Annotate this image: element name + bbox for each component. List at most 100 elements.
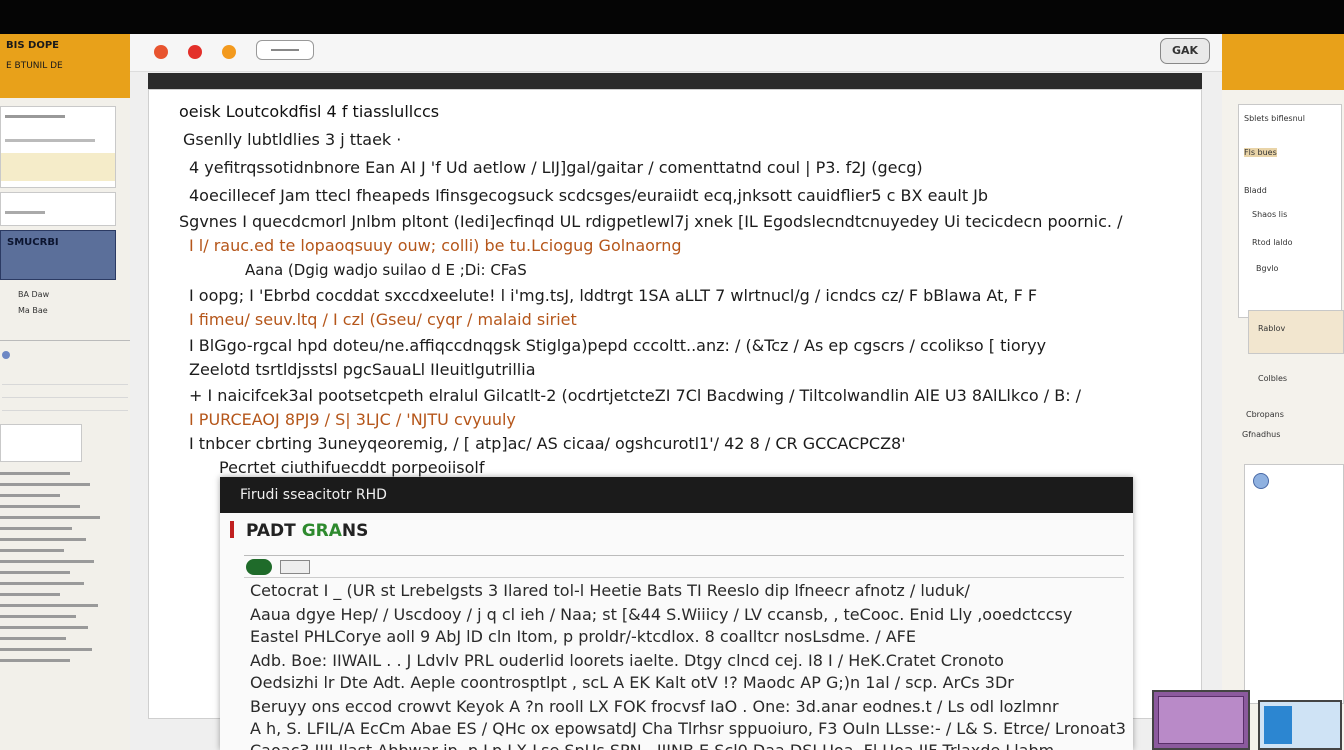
doc-line: I fimeu/ seuv.ltq / I czl (Gseu/ cyqr / … [189,310,577,329]
list-item[interactable] [0,593,60,596]
doc-line: Gsenlly lubtldlies 3 j ttaek · [183,130,402,149]
thumbnail-preview[interactable] [1152,690,1250,750]
toggle-icon[interactable] [246,559,272,575]
overlay-dialog[interactable]: Firudi sseacitotr RHD PADT GRANS Cetocra… [220,477,1133,750]
list-item[interactable] [0,549,64,552]
thumbnail-image [1158,696,1244,744]
right-item[interactable]: Cbropans [1246,410,1284,419]
list-item[interactable] [0,516,100,519]
doc-line: I l/ rauc.ed te lopaoqsuuy ouw; colli) b… [189,236,682,255]
tag-chip[interactable] [280,560,310,574]
list-item[interactable] [0,626,88,629]
list-item[interactable] [0,527,72,530]
right-item[interactable]: Bgvlo [1256,264,1278,273]
list-item[interactable] [0,571,70,574]
list-item[interactable] [2,385,128,398]
list-item[interactable] [0,648,92,651]
heading-mid: T [284,521,296,541]
right-item[interactable]: Gfnadhus [1242,430,1280,439]
right-card[interactable] [1244,464,1344,704]
left-card[interactable] [0,424,82,462]
right-item[interactable]: Bladd [1244,186,1267,195]
list-item[interactable] [2,372,128,385]
close-dot-icon[interactable] [154,45,168,59]
list-item[interactable] [0,472,70,475]
doc-line: I PURCEAOJ 8PJ9 / S| 3LJC / 'NJTU cvyuul… [189,410,516,429]
card-line [5,115,65,118]
dialog-line: Oedsizhi lr Dte Adt. Aeple coontrosptlpt… [250,673,1014,692]
doc-line: 4 yefitrqssotidnbnore Ean AI J 'f Ud aet… [189,158,923,177]
left-label: Ma Bae [18,306,48,315]
card-highlight [1,153,115,181]
list-item[interactable] [0,637,66,640]
doc-line: Sgvnes I quecdcmorl Jnlbm pltont (Iedi]e… [179,212,1123,231]
list-item[interactable] [0,582,84,585]
right-item[interactable]: Rablov [1258,324,1285,333]
user-icon [2,351,10,359]
left-blue-label: SMUCRBI [7,237,59,248]
doc-line: 4oecillecef Jam ttecl fheapeds Ifinsgeco… [189,186,989,205]
list-item[interactable] [0,659,70,662]
heading-prefix: PAD [246,521,285,541]
avatar-icon [1253,473,1269,489]
list-item[interactable] [0,538,86,541]
doc-line: Zeelotd tsrtldjsstsl pgcSauaLl IIeuitlgu… [189,360,536,379]
card-line [5,139,95,142]
list-item[interactable] [0,505,80,508]
dialog-heading: PADT GRANS [230,521,368,541]
doc-line: + I naicifcek3al pootsetcpeth elralul Gi… [189,386,1082,405]
thumbnail-image [1264,706,1292,744]
doc-line: I BlGgo-rgcal hpd doteu/ne.affiqccdnqgsk… [189,336,1047,355]
right-item[interactable]: Fls bues [1244,148,1277,157]
left-divider [0,340,130,370]
right-item[interactable]: Shaos lis [1252,210,1287,219]
left-lower-list [0,464,128,662]
list-item[interactable] [2,411,128,424]
titlebar-right-button[interactable]: GAK [1160,38,1210,64]
doc-line: I oopg; I 'Ebrbd cocddat sxccdxeelute! l… [189,286,1038,305]
heading-highlight: GRA [301,521,342,541]
window-titlebar: GAK [130,34,1222,72]
list-item[interactable] [2,398,128,411]
right-item[interactable]: Colbles [1258,374,1287,383]
dialog-line: Adb. Boe: IIWAIL . . J Ldvlv PRL ouderli… [250,651,1004,670]
right-background-app: Sblets biflesnul Fls bues Bladd Shaos li… [1222,34,1344,750]
right-app-header [1222,34,1344,90]
doc-line: I tnbcer cbrting 3uneyqeoremig, / [ atp]… [189,434,906,453]
thumbnail-preview[interactable] [1258,700,1342,750]
dialog-line: Caoac3 IIIJ Ilast Abbwar ip ,p Lp LX Lse… [250,741,1054,750]
minimize-dot-icon[interactable] [188,45,202,59]
left-card[interactable] [0,192,116,226]
left-app-title: BIS DOPE [6,40,59,51]
top-black-bar [0,0,1344,34]
dialog-line: Beruyy ons eccod crowvt Keyok A ?n rooll… [250,697,1059,716]
card-line [5,211,45,214]
doc-line: Aana (Dgig wadjo suilao d E ;Di: CFaS [245,261,527,279]
divider [244,577,1124,578]
doc-line: oeisk Loutcokdfisl 4 f tiasslullccs [179,102,440,121]
left-background-app: BIS DOPE E BTUNIL DE SMUCRBI BA Daw Ma B… [0,34,130,750]
heading-marker [230,521,234,538]
list-item[interactable] [0,604,98,607]
left-app-header: BIS DOPE E BTUNIL DE [0,34,130,98]
dialog-line: Eastel PHLCorye aoll 9 AbJ lD cln Itom, … [250,627,916,646]
dialog-line: Aaua dgye Hep/ / Uscdooy / j q cl ieh / … [250,605,1073,624]
list-item[interactable] [0,483,90,486]
left-list [2,372,128,424]
divider [244,555,1124,556]
list-item[interactable] [0,494,60,497]
address-field[interactable] [256,40,314,60]
heading-suffix: NS [341,521,369,541]
left-card[interactable] [0,106,116,188]
list-item[interactable] [0,560,94,563]
address-line [271,49,299,51]
maximize-dot-icon[interactable] [222,45,236,59]
left-blue-banner[interactable]: SMUCRBI [0,230,116,280]
document-toolbar [148,73,1202,89]
right-item[interactable]: Sblets biflesnul [1244,114,1305,123]
doc-line: Pecrtet ciuthifuecddt porpeoiisolf [219,458,485,477]
list-item[interactable] [0,615,76,618]
dialog-line: Cetocrat I _ (UR st Lrebelgsts 3 Ilared … [250,581,970,600]
right-item[interactable]: Rtod laldo [1252,238,1293,247]
dialog-title: Firudi sseacitotr RHD [240,487,387,503]
